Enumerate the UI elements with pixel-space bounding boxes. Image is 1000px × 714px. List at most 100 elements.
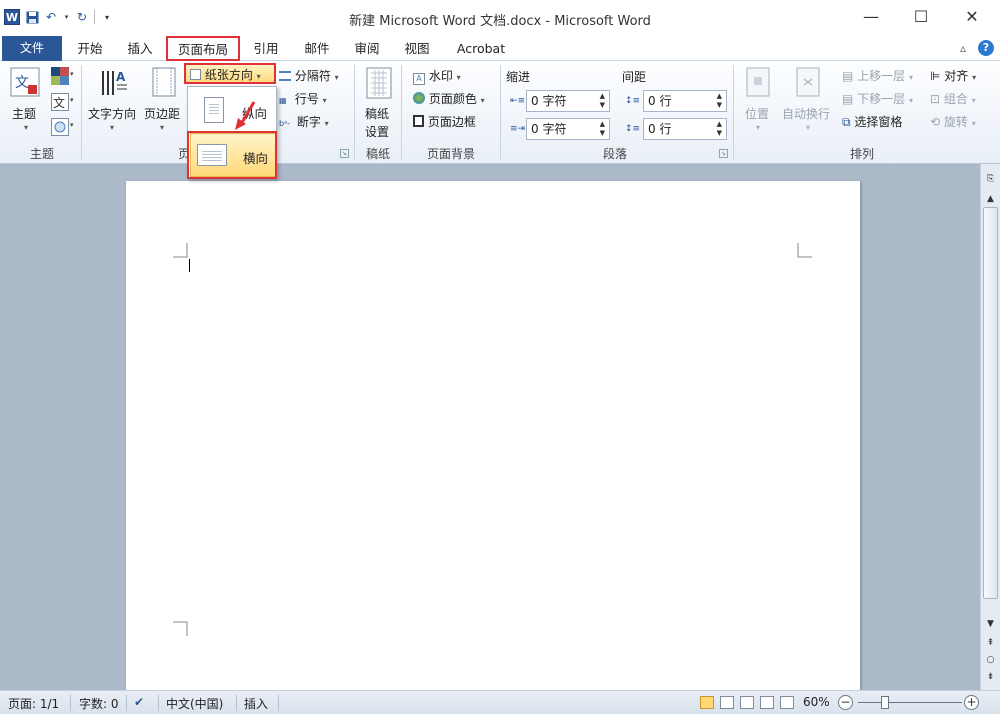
paragraph-launcher-icon[interactable]: ↘ [719,149,728,158]
wrap-text-label[interactable]: 自动换行 [782,105,830,122]
position-icon[interactable] [746,67,770,100]
page-borders-button[interactable]: 页面边框 [413,113,476,130]
breaks-icon [279,71,291,81]
word-count[interactable]: 字数: 0 [79,695,119,712]
hyphenation-button[interactable]: bᵃ- 断字 ▾ [279,113,329,130]
line-numbers-button[interactable]: ▦ 行号 ▾ [279,90,327,107]
close-button[interactable]: ✕ [952,4,992,30]
zoom-level[interactable]: 60% [803,695,830,709]
status-separator [236,695,237,711]
help-icon[interactable]: ? [978,40,994,56]
indent-right-input[interactable]: 0 字符 ▲ ▼ [526,118,610,140]
indent-right-spinner-icon[interactable]: ▲ ▼ [600,120,605,138]
previous-page-icon[interactable]: ⇞ [983,636,998,651]
indent-right-value: 0 字符 [531,122,567,136]
tab-view[interactable]: 视图 [397,36,437,61]
breaks-dropdown-icon: ▾ [334,73,339,82]
proofing-icon[interactable]: ✔ [134,695,144,709]
tab-file[interactable]: 文件 [2,36,62,61]
tab-mailings[interactable]: 邮件 [297,36,337,61]
theme-effects-icon[interactable]: ▾ [51,118,75,139]
maximize-button[interactable]: ☐ [901,4,941,30]
manuscript-icon[interactable] [366,67,392,102]
bring-forward-button[interactable]: ▤ 上移一层 ▾ [842,67,913,84]
next-page-icon[interactable]: ⇟ [983,670,998,685]
page-background-group-label: 页面背景 [426,147,475,161]
tab-insert[interactable]: 插入 [120,36,160,61]
margins-label[interactable]: 页边距 [144,105,180,122]
tab-review[interactable]: 审阅 [347,36,387,61]
tab-home[interactable]: 开始 [70,36,110,61]
align-button[interactable]: ⊫ 对齐 ▾ [930,67,976,84]
manuscript-button-line1[interactable]: 稿纸 [365,105,389,122]
scroll-down-icon[interactable]: ▼ [983,617,998,632]
margins-dropdown-icon[interactable]: ▾ [160,123,164,132]
manuscript-button-line2[interactable]: 设置 [365,123,389,140]
align-label: 对齐 [944,69,969,83]
group-label: 组合 [943,92,968,106]
wrap-text-dropdown-icon[interactable]: ▾ [806,123,810,132]
themes-icon[interactable]: 文 [10,67,40,100]
tab-acrobat[interactable]: Acrobat [448,36,514,61]
page-color-button[interactable]: 页面颜色 ▾ [413,90,485,107]
group-separator [401,65,402,160]
send-backward-button[interactable]: ▤ 下移一层 ▾ [842,90,913,107]
scrollbar-thumb[interactable] [983,207,998,599]
tab-page-layout[interactable]: 页面布局 [166,36,240,61]
ribbon-collapse-icon[interactable]: ▵ [960,36,966,61]
theme-fonts-icon[interactable]: 文 ▾ [51,93,75,114]
breaks-button[interactable]: 分隔符 ▾ [279,67,339,84]
draft-view-icon[interactable] [780,696,794,709]
web-layout-view-icon[interactable] [740,696,754,709]
wrap-text-icon[interactable] [796,67,820,100]
print-layout-view-icon[interactable] [700,696,714,709]
paragraph-group-label: 段落 [602,147,627,161]
svg-text:文: 文 [15,75,29,91]
line-numbers-label: 行号 [294,92,319,106]
position-label[interactable]: 位置 [745,105,769,122]
document-page[interactable] [126,181,860,690]
orientation-button[interactable]: 纸张方向 ▾ [184,63,276,84]
tab-references[interactable]: 引用 [246,36,286,61]
svg-text:▾: ▾ [70,96,74,104]
rotate-button[interactable]: ⟲ 旋转 ▾ [930,113,976,130]
watermark-button[interactable]: A 水印 ▾ [413,67,461,85]
spacing-after-spinner-icon[interactable]: ▲ ▼ [717,120,722,138]
pointer-arrow-icon [235,101,256,130]
spacing-after-input[interactable]: 0 行 ▲ ▼ [643,118,727,140]
selection-pane-button[interactable]: ⧉ 选择窗格 [842,113,902,130]
spacing-before-input[interactable]: 0 行 ▲ ▼ [643,90,727,112]
page-setup-launcher-icon[interactable]: ↘ [340,149,349,158]
zoom-in-icon[interactable]: + [964,695,979,710]
watermark-icon: A [413,73,425,85]
scroll-up-icon[interactable]: ▲ [983,192,998,207]
full-screen-reading-view-icon[interactable] [720,696,734,709]
group-button[interactable]: ⊡ 组合 ▾ [930,90,976,107]
margins-icon[interactable] [152,67,176,100]
insert-mode-indicator[interactable]: 插入 [244,695,268,712]
zoom-slider-track[interactable] [858,702,962,703]
themes-button-label[interactable]: 主题 [12,105,36,122]
text-direction-dropdown-icon[interactable]: ▾ [110,123,114,132]
theme-colors-icon[interactable]: ▾ [51,67,75,88]
spacing-before-spinner-icon[interactable]: ▲ ▼ [717,92,722,110]
position-dropdown-icon[interactable]: ▾ [756,123,760,132]
text-direction-label[interactable]: 文字方向 [88,105,136,122]
language-indicator[interactable]: 中文(中国) [166,695,223,712]
ribbon: 文 主题 ▾ ▾ 文 ▾ ▾ 主题 A 文字方向 ▾ 页边距 ▾ 纸张方向 ▾ 分… [0,61,1000,164]
page-count[interactable]: 页面: 1/1 [8,695,59,712]
select-browse-object-icon[interactable]: ○ [983,653,998,668]
manuscript-group-label: 稿纸 [365,147,390,161]
outline-view-icon[interactable] [760,696,774,709]
text-direction-icon[interactable]: A [99,67,129,100]
minimize-button[interactable]: — [851,4,891,30]
zoom-slider-thumb[interactable] [881,696,889,709]
ruler-toggle-icon[interactable]: ⎘ [983,172,998,187]
vertical-scrollbar[interactable]: ⎘ ▲ ▼ ⇞ ○ ⇟ [980,164,1000,690]
themes-dropdown-icon[interactable]: ▾ [24,123,28,132]
line-numbers-icon: ▦ [279,96,287,105]
indent-left-input[interactable]: 0 字符 ▲ ▼ [526,90,610,112]
indent-left-spinner-icon[interactable]: ▲ ▼ [600,92,605,110]
indent-left-icon: ⇤≡ [510,96,526,106]
zoom-out-icon[interactable]: − [838,695,853,710]
